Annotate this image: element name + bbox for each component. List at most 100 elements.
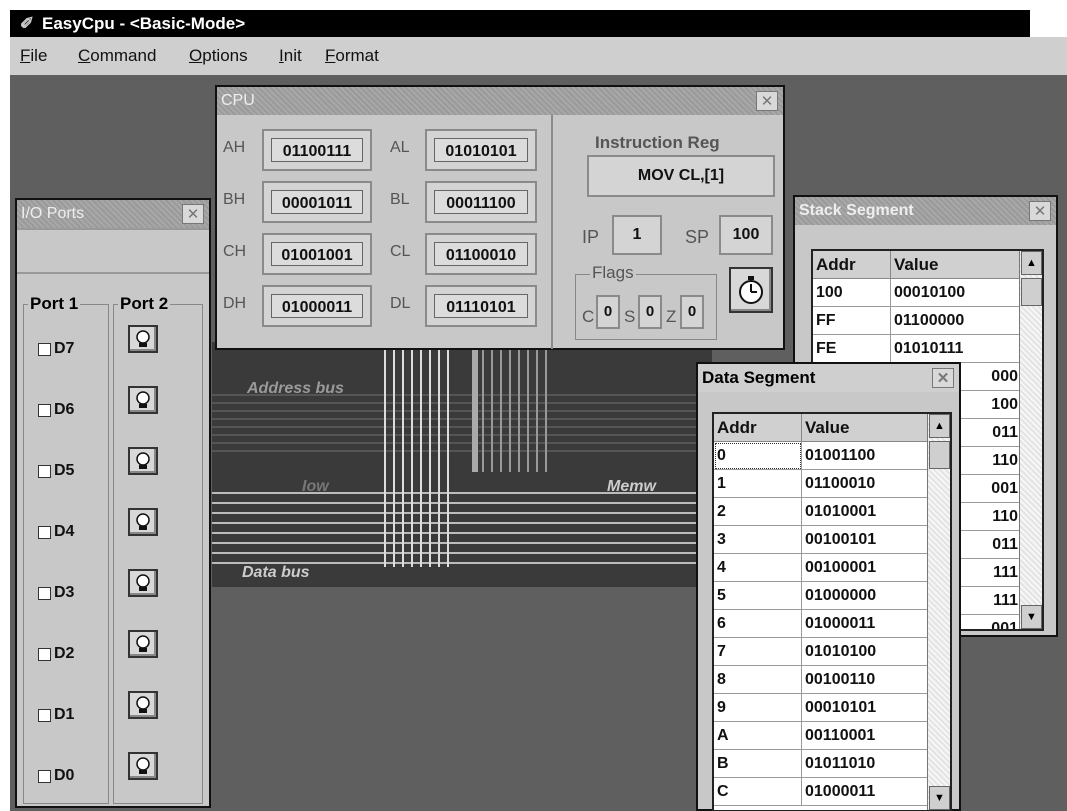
register-bl: 00011100 bbox=[425, 181, 537, 223]
io-ports-title-bar[interactable]: I/O Ports ✕ bbox=[17, 200, 209, 228]
instruction-reg-value: MOV CL,[1] bbox=[587, 155, 775, 197]
bus-diagram: Address bus Data bus Iow Memw bbox=[212, 342, 712, 587]
scroll-down-icon[interactable]: ▼ bbox=[929, 786, 950, 810]
d3-checkbox[interactable] bbox=[38, 587, 51, 600]
title-bar: ✐ EasyCpu - <Basic-Mode> bbox=[10, 10, 1067, 37]
d6-label: D6 bbox=[54, 401, 75, 418]
table-row[interactable]: C 01000011 bbox=[714, 777, 929, 806]
table-row[interactable]: A 00110001 bbox=[714, 721, 929, 750]
d4-checkbox[interactable] bbox=[38, 526, 51, 539]
d2-label: D2 bbox=[54, 645, 75, 662]
register-ch: 01001001 bbox=[262, 233, 372, 275]
stopwatch-button[interactable] bbox=[729, 267, 773, 313]
data-close-button[interactable]: ✕ bbox=[932, 368, 954, 388]
d1-checkbox[interactable] bbox=[38, 709, 51, 722]
cpu-close-button[interactable]: ✕ bbox=[756, 91, 778, 111]
stopwatch-icon bbox=[739, 276, 763, 304]
d7-checkbox[interactable] bbox=[38, 343, 51, 356]
data-header-addr[interactable]: Addr bbox=[714, 414, 802, 442]
port-2-led-d1[interactable] bbox=[128, 691, 158, 719]
title-bar-edge bbox=[1030, 10, 1067, 37]
data-value: 01000011 bbox=[801, 609, 929, 638]
port-2-led-d7[interactable] bbox=[128, 325, 158, 353]
register-bh-label: BH bbox=[223, 191, 246, 208]
data-addr: 4 bbox=[714, 553, 802, 582]
port-2-led-d3[interactable] bbox=[128, 569, 158, 597]
stack-header-addr[interactable]: Addr bbox=[813, 251, 891, 279]
data-scrollbar[interactable]: ▲ ▼ bbox=[927, 414, 950, 810]
port-2-led-d2[interactable] bbox=[128, 630, 158, 658]
register-ah: 01100111 bbox=[262, 129, 372, 171]
d0-checkbox[interactable] bbox=[38, 770, 51, 783]
table-row[interactable]: 9 00010101 bbox=[714, 693, 929, 722]
data-header-value[interactable]: Value bbox=[801, 414, 929, 442]
table-row[interactable]: 3 00100101 bbox=[714, 525, 929, 554]
menu-command[interactable]: Command bbox=[78, 37, 156, 75]
register-ah-label: AH bbox=[223, 139, 246, 156]
register-al-label: AL bbox=[390, 139, 410, 156]
register-dh-label: DH bbox=[223, 295, 247, 312]
register-al: 01010101 bbox=[425, 129, 537, 171]
register-cl: 01100010 bbox=[425, 233, 537, 275]
table-row[interactable]: B 01011010 bbox=[714, 749, 929, 778]
d5-checkbox[interactable] bbox=[38, 465, 51, 478]
memw-label: Memw bbox=[607, 478, 656, 495]
table-row[interactable]: 4 00100001 bbox=[714, 553, 929, 582]
menu-format[interactable]: Format bbox=[325, 37, 379, 75]
table-row[interactable]: FF 01100000 bbox=[813, 306, 1023, 335]
d1-label: D1 bbox=[54, 706, 75, 723]
d2-checkbox[interactable] bbox=[38, 648, 51, 661]
stack-header-value[interactable]: Value bbox=[890, 251, 1023, 279]
ip-label: IP bbox=[582, 227, 600, 247]
stack-title-bar[interactable]: Stack Segment ✕ bbox=[795, 197, 1056, 225]
app-icon: ✐ bbox=[19, 14, 35, 33]
window-title: EasyCpu - <Basic-Mode> bbox=[42, 14, 246, 33]
stack-value: 01100000 bbox=[890, 306, 1023, 335]
table-row[interactable]: 2 01010001 bbox=[714, 497, 929, 526]
register-dl-label: DL bbox=[390, 295, 411, 312]
table-row[interactable]: 5 01000000 bbox=[714, 581, 929, 610]
flag-s-value: 0 bbox=[638, 295, 662, 329]
data-addr: 9 bbox=[714, 693, 802, 722]
table-row[interactable]: 100 00010100 bbox=[813, 278, 1023, 307]
table-row[interactable]: 6 01000011 bbox=[714, 609, 929, 638]
port-2-led-d5[interactable] bbox=[128, 447, 158, 475]
data-addr: 6 bbox=[714, 609, 802, 638]
port-2-led-d0[interactable] bbox=[128, 752, 158, 780]
menu-file[interactable]: File bbox=[20, 37, 47, 75]
menu-options[interactable]: Options bbox=[189, 37, 248, 75]
table-row[interactable]: 8 00100110 bbox=[714, 665, 929, 694]
stack-scroll-thumb[interactable] bbox=[1021, 278, 1042, 306]
data-value: 01010001 bbox=[801, 497, 929, 526]
data-bus-label: Data bus bbox=[242, 564, 310, 581]
data-scroll-thumb[interactable] bbox=[929, 441, 950, 469]
scroll-up-icon[interactable]: ▲ bbox=[1021, 251, 1042, 275]
light-bulb-icon bbox=[136, 391, 150, 408]
light-bulb-icon bbox=[136, 513, 150, 530]
d6-checkbox[interactable] bbox=[38, 404, 51, 417]
scroll-down-icon[interactable]: ▼ bbox=[1021, 605, 1042, 629]
ip-value: 1 bbox=[612, 215, 662, 255]
data-value: 00010101 bbox=[801, 693, 929, 722]
table-row[interactable]: 7 01010100 bbox=[714, 637, 929, 666]
stack-scrollbar[interactable]: ▲ ▼ bbox=[1019, 251, 1042, 629]
port-2-led-d4[interactable] bbox=[128, 508, 158, 536]
table-row[interactable]: FE 01010111 bbox=[813, 334, 1023, 363]
d3-label: D3 bbox=[54, 584, 75, 601]
register-dl: 01110101 bbox=[425, 285, 537, 327]
io-ports-close-button[interactable]: ✕ bbox=[182, 204, 204, 224]
scroll-up-icon[interactable]: ▲ bbox=[929, 414, 950, 438]
data-value: 01100010 bbox=[801, 469, 929, 498]
register-bh: 00001011 bbox=[262, 181, 372, 223]
cpu-title-bar[interactable]: CPU ✕ bbox=[217, 87, 783, 115]
table-row[interactable]: 0 01001100 bbox=[714, 441, 929, 470]
flag-c-label: C bbox=[582, 307, 595, 326]
data-title-bar[interactable]: Data Segment ✕ bbox=[698, 364, 959, 392]
instruction-reg-label: Instruction Reg bbox=[595, 133, 720, 152]
port-2-led-d6[interactable] bbox=[128, 386, 158, 414]
app-window: ✐ EasyCpu - <Basic-Mode> File Command Opt… bbox=[10, 10, 1067, 811]
menu-init[interactable]: Init bbox=[279, 37, 302, 75]
io-ports-title: I/O Ports bbox=[21, 205, 85, 222]
table-row[interactable]: 1 01100010 bbox=[714, 469, 929, 498]
stack-close-button[interactable]: ✕ bbox=[1029, 201, 1051, 221]
